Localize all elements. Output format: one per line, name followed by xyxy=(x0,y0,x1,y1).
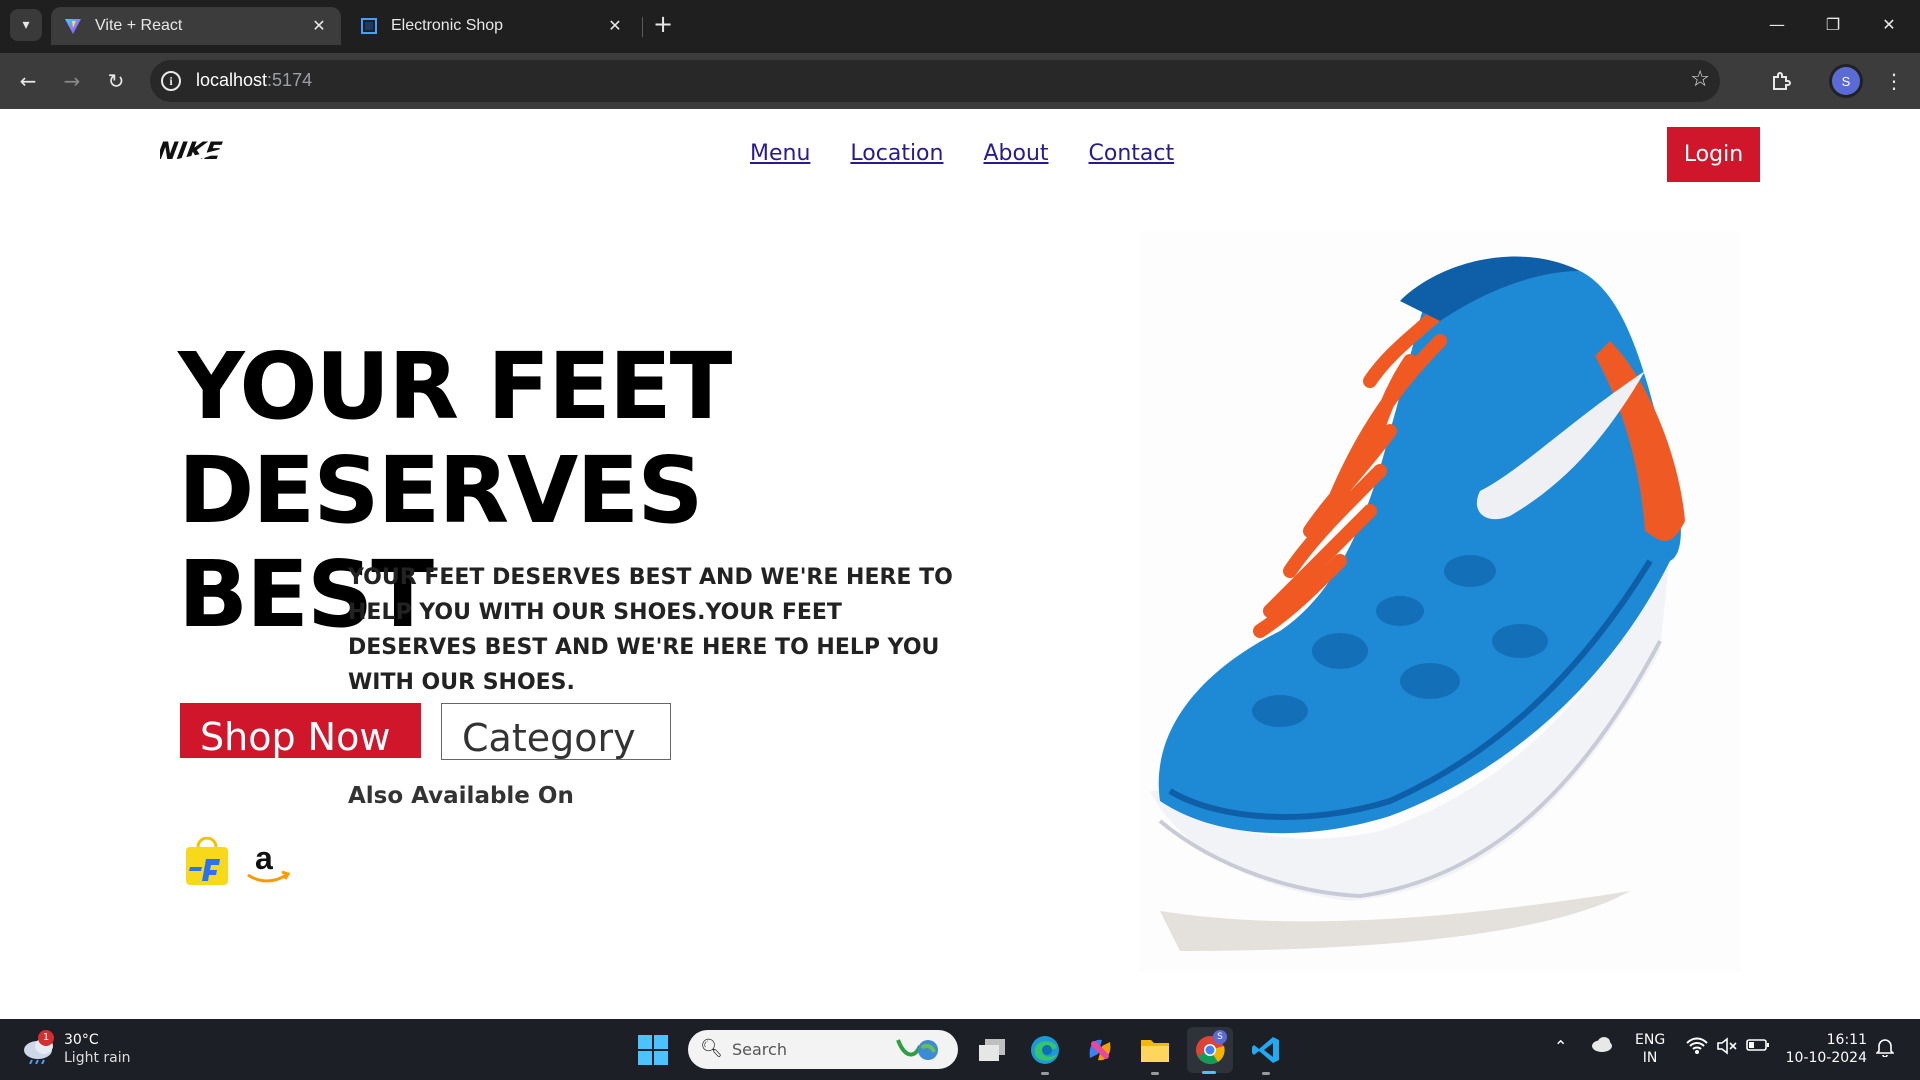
search-placeholder: Search xyxy=(732,1040,787,1059)
close-window-button[interactable]: ✕ xyxy=(1866,8,1912,40)
windows-start-button[interactable] xyxy=(638,1035,668,1065)
edge-icon xyxy=(1031,1036,1059,1064)
windows-taskbar: 1 30°C Light rain 🔍︎ Search S ⌃ ENG IN 1… xyxy=(0,1019,1920,1080)
nike-logo[interactable]: NIKE xyxy=(160,137,236,165)
main-nav: Menu Location About Contact xyxy=(750,141,1174,166)
clock-date: 10-10-2024 xyxy=(1785,1050,1867,1066)
vite-icon xyxy=(63,16,83,36)
weather-temperature: 30°C xyxy=(64,1032,99,1048)
search-icon: 🔍︎ xyxy=(700,1038,723,1059)
copilot-app[interactable] xyxy=(1083,1033,1117,1067)
also-available-label: Also Available On xyxy=(348,783,574,809)
reload-button[interactable]: ↻ xyxy=(100,65,132,97)
weather-widget[interactable]: 1 30°C Light rain xyxy=(22,1030,131,1067)
battery-icon[interactable] xyxy=(1746,1037,1770,1057)
reload-icon: ↻ xyxy=(107,69,125,93)
bookmark-star-icon[interactable]: ☆ xyxy=(1690,67,1710,92)
browser-tab-bar: ▾ Vite + React ✕ Electronic Shop ✕ + — ❐… xyxy=(0,0,1920,53)
wifi-icon[interactable] xyxy=(1686,1037,1708,1059)
amazon-icon[interactable]: a xyxy=(242,837,292,887)
tab-vite-react[interactable]: Vite + React ✕ xyxy=(51,7,341,45)
search-highlight-icon xyxy=(896,1039,938,1060)
arrow-right-icon: → xyxy=(63,69,81,93)
folder-icon xyxy=(1141,1040,1169,1062)
page-icon xyxy=(359,16,379,36)
close-icon[interactable]: ✕ xyxy=(309,16,329,36)
show-hidden-icons-button[interactable]: ⌃ xyxy=(1554,1037,1567,1056)
arrow-left-icon: ← xyxy=(19,69,37,93)
profile-avatar[interactable]: S xyxy=(1832,67,1860,95)
tab-electronic-shop[interactable]: Electronic Shop ✕ xyxy=(347,7,637,45)
chrome-app[interactable]: S xyxy=(1187,1027,1233,1074)
close-icon[interactable]: ✕ xyxy=(605,16,625,36)
tab-search-button[interactable]: ▾ xyxy=(10,9,42,41)
nav-link-contact[interactable]: Contact xyxy=(1089,141,1175,166)
copilot-icon xyxy=(1089,1039,1111,1061)
vscode-app[interactable] xyxy=(1249,1033,1283,1075)
task-view-button[interactable] xyxy=(975,1033,1009,1067)
nav-link-location[interactable]: Location xyxy=(850,141,943,166)
chevron-up-icon: ⌃ xyxy=(1554,1037,1568,1056)
new-tab-button[interactable]: + xyxy=(650,12,676,38)
category-button[interactable]: Category xyxy=(441,703,671,760)
vscode-icon xyxy=(1252,1037,1279,1063)
tab-title: Vite + React xyxy=(95,17,183,34)
svg-text:a: a xyxy=(255,840,273,876)
forward-button[interactable]: → xyxy=(56,65,88,97)
tab-title: Electronic Shop xyxy=(391,17,504,34)
weather-description: Light rain xyxy=(64,1050,131,1066)
back-button[interactable]: ← xyxy=(12,65,44,97)
cloud-rain-icon: 1 xyxy=(22,1030,56,1065)
edge-app[interactable] xyxy=(1028,1033,1062,1075)
task-view-icon xyxy=(979,1039,1005,1061)
onedrive-icon[interactable] xyxy=(1590,1035,1614,1057)
browser-menu-button[interactable]: ⋮ xyxy=(1878,65,1910,97)
taskbar-search[interactable]: 🔍︎ Search xyxy=(688,1030,958,1069)
file-explorer-app[interactable] xyxy=(1138,1033,1172,1075)
more-vertical-icon: ⋮ xyxy=(1884,69,1904,93)
address-bar[interactable]: i localhost:5174 ☆ xyxy=(150,60,1720,102)
volume-muted-icon[interactable] xyxy=(1716,1037,1738,1059)
system-clock[interactable]: 16:11 10-10-2024 xyxy=(1785,1031,1867,1067)
nav-link-about[interactable]: About xyxy=(983,141,1048,166)
minimize-button[interactable]: — xyxy=(1754,8,1800,40)
restore-button[interactable]: ❐ xyxy=(1810,8,1856,40)
url-text[interactable]: localhost:5174 xyxy=(196,70,312,91)
login-button[interactable]: Login xyxy=(1667,127,1760,182)
shop-now-button[interactable]: Shop Now xyxy=(180,703,421,758)
extensions-button[interactable] xyxy=(1765,65,1797,97)
tab-divider xyxy=(642,17,643,37)
page-content: NIKE Menu Location About Contact Login Y… xyxy=(0,109,1920,1019)
language-indicator[interactable]: ENG IN xyxy=(1635,1031,1665,1067)
nav-link-menu[interactable]: Menu xyxy=(750,141,810,166)
hero-title-line-1: YOUR FEET xyxy=(178,333,732,440)
clock-time: 16:11 xyxy=(1826,1032,1867,1048)
flipkart-icon[interactable] xyxy=(182,837,232,887)
chevron-down-icon: ▾ xyxy=(22,17,30,33)
running-shoe-image xyxy=(1140,231,1740,973)
notification-bell-icon[interactable] xyxy=(1875,1037,1895,1061)
hero-description: YOUR FEET DESERVES BEST AND WE'RE HERE T… xyxy=(348,565,953,695)
notification-badge: 1 xyxy=(38,1030,54,1046)
browser-toolbar: ← → ↻ i localhost:5174 ☆ S ⋮ xyxy=(0,53,1920,109)
chrome-profile-badge: S xyxy=(1213,1030,1227,1044)
puzzle-icon xyxy=(1773,72,1791,90)
site-info-icon[interactable]: i xyxy=(161,71,181,91)
